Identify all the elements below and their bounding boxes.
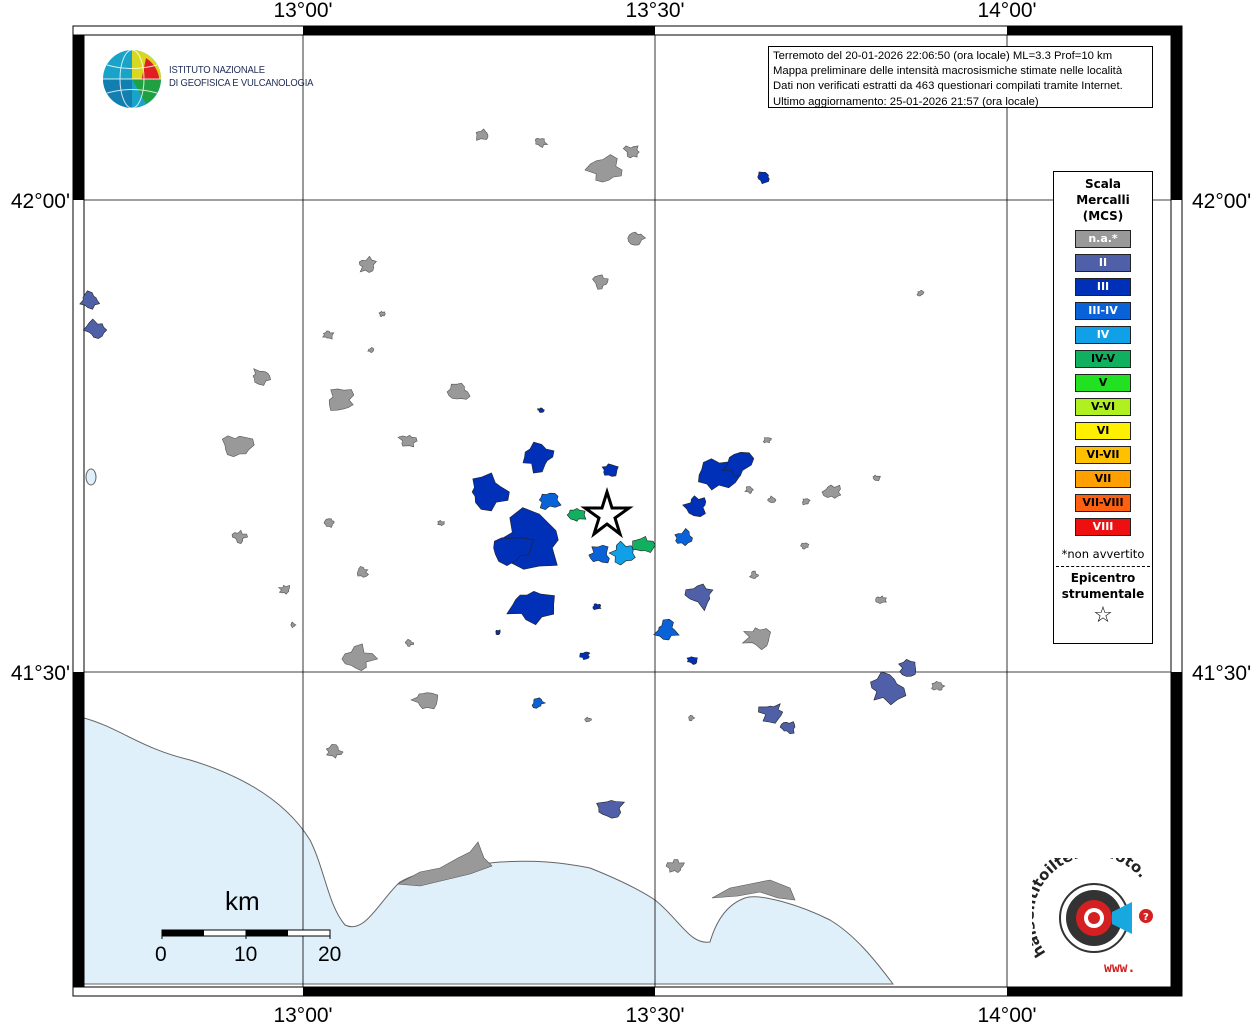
lon-label-bottom-1: 13°00' <box>273 1004 332 1024</box>
intensity-legend: Scala Mercalli (MCS) n.a.* II III III-IV IV I… <box>1053 171 1153 644</box>
municipality-64[interactable] <box>494 629 501 636</box>
watermark-url: www. <box>1104 961 1135 976</box>
legend-swatch-iv-v: IV-V <box>1075 350 1131 368</box>
globe-icon <box>103 49 161 109</box>
haisentito-logo-graphic: ? haisentitoilterremoto.it www. <box>1020 842 1153 976</box>
lat-label-right-1: 42°00' <box>1192 190 1251 213</box>
legend-swatch-iii: III <box>1075 278 1131 296</box>
legend-swatch-vi-vii: VI-VII <box>1075 446 1131 464</box>
legend-swatch-vi: VI <box>1075 422 1131 440</box>
event-info-line-3: Dati non verificati estratti da 463 ques… <box>773 80 1123 93</box>
legend-swatch-vii-viii: VII-VIII <box>1075 494 1131 512</box>
legend-swatch-vii: VII <box>1075 470 1131 488</box>
lat-label-right-2: 41°30' <box>1192 662 1251 685</box>
legend-swatch-iii-iv: III-IV <box>1075 302 1131 320</box>
legend-divider <box>1056 566 1150 567</box>
legend-title: Scala Mercalli (MCS) <box>1076 177 1130 223</box>
logo-text: ISTITUTO NAZIONALE DI GEOFISICA E VULCAN… <box>169 64 313 90</box>
scalebar-unit: km <box>225 886 260 916</box>
legend-swatch-n-a: n.a.* <box>1075 230 1131 248</box>
legend-swatch-ii: II <box>1075 254 1131 272</box>
legend-epicenter-label: Epicentro strumentale <box>1061 571 1145 601</box>
legend-note: *non avvertito <box>1061 547 1145 561</box>
lon-label-top-1: 13°00' <box>273 0 332 22</box>
legend-swatch-viii: VIII <box>1075 518 1131 536</box>
scalebar-label-20: 20 <box>318 943 342 966</box>
event-info-line-1: Terremoto del 20-01-2026 22:06:50 (ora l… <box>773 50 1113 62</box>
lon-label-bottom-3: 14°00' <box>977 1004 1036 1024</box>
logo-line-1: ISTITUTO NAZIONALE <box>169 64 265 76</box>
municipality-62[interactable] <box>592 603 602 611</box>
lake <box>85 468 97 486</box>
lon-label-top-3: 14°00' <box>977 0 1036 22</box>
lon-label-top-2: 13°30' <box>625 0 684 22</box>
legend-swatch-v-vi: V-VI <box>1075 398 1131 416</box>
event-info-box: Terremoto del 20-01-2026 22:06:50 (ora l… <box>768 46 1153 108</box>
lat-label-left-1: 42°00' <box>11 190 70 213</box>
lon-label-bottom-2: 13°30' <box>625 1004 684 1024</box>
legend-swatch-v: V <box>1075 374 1131 392</box>
lat-label-left-2: 41°30' <box>11 662 70 685</box>
legend-swatches: n.a.* II III III-IV IV IV-V V V-VI VI VI-VII VII VI… <box>1054 230 1152 536</box>
haisentito-logo: ? haisentitoilterremoto.it www. <box>1020 842 1162 978</box>
event-info-line-2: Mappa preliminare delle intensità macros… <box>773 65 1123 78</box>
ingv-logo: ISTITUTO NAZIONALE DI GEOFISICA E VULCAN… <box>101 48 313 110</box>
svg-text:?: ? <box>1143 912 1149 923</box>
scalebar-label-10: 10 <box>234 943 258 966</box>
scalebar <box>161 929 331 939</box>
logo-line-2: DI GEOFISICA E VULCANOLOGIA <box>169 77 314 89</box>
star-icon: ☆ <box>1093 603 1113 628</box>
legend-swatch-iv: IV <box>1075 326 1131 344</box>
scalebar-label-0: 0 <box>155 943 167 966</box>
event-info-line-4: Ultimo aggiornamento: 25-01-2026 21:57 (… <box>773 95 1039 108</box>
